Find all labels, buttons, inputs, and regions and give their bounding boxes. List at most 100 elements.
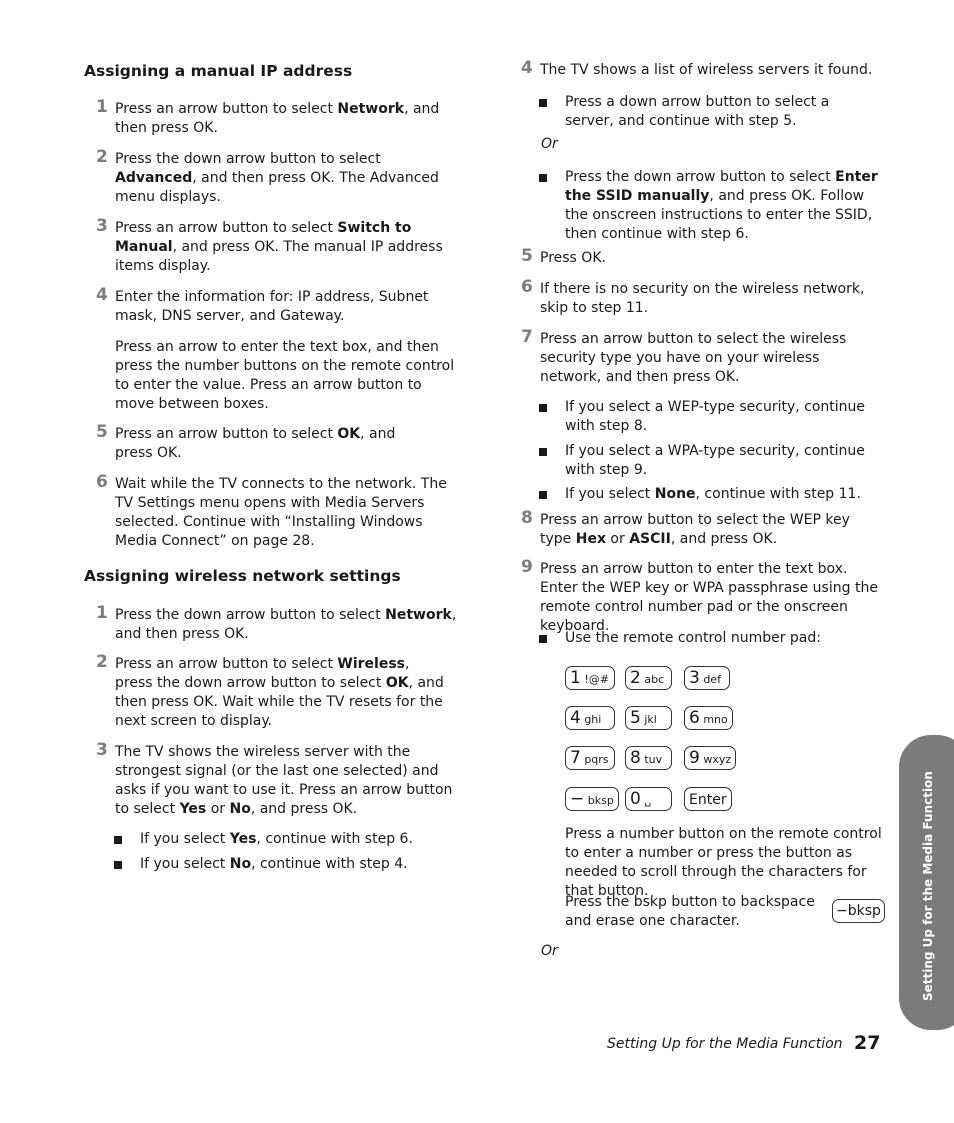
bullet-icon [114,861,122,869]
step-text: Press an arrow button to select OK, and … [115,425,415,463]
bold-term: ASCII [629,531,671,547]
step-number: 8 [521,508,533,528]
step-text: Press OK. [540,250,606,266]
key-sub: ghi [580,713,602,726]
manual-ip-step-4: 4 Enter the information for: IP address,… [96,286,460,414]
bullet-text: If you select a WPA-type security, conti… [565,443,865,478]
step-number: 1 [96,97,108,117]
step-text: Wait while the TV connects to the networ… [115,475,460,551]
bullet-icon [539,404,547,412]
bullet-icon [114,836,122,844]
text-run: , and press OK. [250,801,358,817]
bullet-text: Press the down arrow button to select En… [565,169,878,242]
step-text: Press the down arrow button to select Ad… [115,150,455,207]
bullet-text: If you select a WEP-type security, conti… [565,399,865,434]
text-run: Press a down arrow button to select a se… [565,94,830,129]
step-4-bullet-2: Press the down arrow button to select En… [539,168,880,244]
key-sub: def [699,673,721,686]
step-number: 1 [96,603,108,623]
key-main: 2 [630,668,641,688]
key-main: 4 [570,708,581,728]
step-text: Press the down arrow button to select Ne… [115,606,460,644]
text-run: Press the down arrow button to select [115,607,386,623]
text-run: or [605,531,630,547]
bullet-text: Press a down arrow button to select a se… [565,94,829,129]
text-run: Wait while the TV connects to the networ… [115,476,447,549]
step-7-bullet-1: If you select a WEP-type security, conti… [539,398,885,436]
step-number: 3 [96,216,108,236]
text-run: Enter the information for: IP address, S… [115,289,429,324]
key-sub: jkl [640,713,657,726]
text-run: , continue with step 4. [251,856,408,872]
step-9-bullet: Use the remote control number pad: [539,629,885,648]
text-run: If you select a WEP-type security, conti… [565,399,866,434]
step-number: 6 [521,277,533,297]
bullet-text: If you select None, continue with step 1… [565,486,861,502]
bold-term: Network [337,101,405,117]
key-main: 3 [689,668,700,688]
step-text: Press an arrow button to select Network,… [115,100,455,138]
bold-term: Yes [229,831,257,847]
keypad-key-bksp: − bksp [565,787,619,811]
bold-term: Network [385,607,452,623]
bksp-key-icon: −bksp [832,899,885,923]
text-run: If you select [140,831,230,847]
keypad-key-abc: 2 abc [625,666,672,690]
key-sub: bksp [847,903,881,919]
chapter-side-tab-label: Setting Up for the Media Function [921,771,935,1001]
bold-term: Hex [575,531,606,547]
text-run: If you select [565,486,655,502]
footer-title: Setting Up for the Media Function [607,1036,843,1052]
key-sub: pqrs [580,753,609,766]
text-run: Press an arrow button to select [115,101,338,117]
text-run: , and press OK. [670,531,778,547]
bold-term: OK [385,675,409,691]
step-7-bullet-3: If you select None, continue with step 1… [539,485,885,504]
manual-ip-step-1: 1 Press an arrow button to select Networ… [96,98,455,138]
text-run: Press the down arrow button to select [565,169,836,185]
section-heading-wireless: Assigning wireless network settings [84,567,401,585]
keypad-key-def: 3 def [684,666,730,690]
step-number: 9 [521,557,533,577]
bullet-text: Use the remote control number pad: [565,630,821,646]
key-main: 1 [570,668,581,688]
step-text: The TV shows the wireless server with th… [115,743,460,819]
keypad-key-enter: Enter [684,787,732,811]
bullet-text: If you select Yes, continue with step 6. [140,831,413,847]
wireless-step-4: 4 The TV shows a list of wireless server… [521,59,880,80]
keypad-key-jkl: 5 jkl [625,706,672,730]
bold-term: OK [337,426,361,442]
step-number: 6 [96,472,108,492]
keypad-key-wxyz: 9 wxyz [684,746,737,770]
section-heading-manual-ip: Assigning a manual IP address [84,62,353,80]
step-7-bullet-2: If you select a WPA-type security, conti… [539,442,865,480]
key-main: Enter [689,792,727,808]
keypad-key-key10: 0 ␣ [625,787,672,811]
step-number: 4 [521,58,533,78]
step-text: The TV shows a list of wireless servers … [540,62,873,78]
key-main: 5 [630,708,641,728]
keypad-key-key0: 1 !@# [565,666,615,690]
text-run: Press the down arrow button to select [115,151,381,167]
step-number: 5 [96,422,108,442]
manual-ip-step-2: 2 Press the down arrow button to select … [96,148,455,207]
key-sub: ␣ [640,794,652,807]
step-text: Press an arrow button to select the WEP … [540,511,885,549]
wireless-step-8: 8 Press an arrow button to select the WE… [521,509,885,549]
key-main: − [570,789,585,809]
key-sub: bksp [584,794,614,807]
bold-term: None [654,486,696,502]
keypad-key-tuv: 8 tuv [625,746,672,770]
bold-term: Wireless [337,656,405,672]
manual-ip-step-6: 6 Wait while the TV connects to the netw… [96,473,460,551]
wireless-step-5: 5 Press OK. [521,247,880,268]
bullet-icon [539,99,547,107]
step-text: If there is no security on the wireless … [540,281,865,316]
step-text: Press an arrow button to select the wire… [540,331,847,385]
key-main: 0 [630,789,641,809]
or-label-2: Or [541,943,558,959]
manual-ip-step-5: 5 Press an arrow button to select OK, an… [96,423,415,463]
bold-term: Yes [179,801,207,817]
step-text: Press an arrow button to select Wireless… [115,655,450,731]
bullet-icon [539,448,547,456]
